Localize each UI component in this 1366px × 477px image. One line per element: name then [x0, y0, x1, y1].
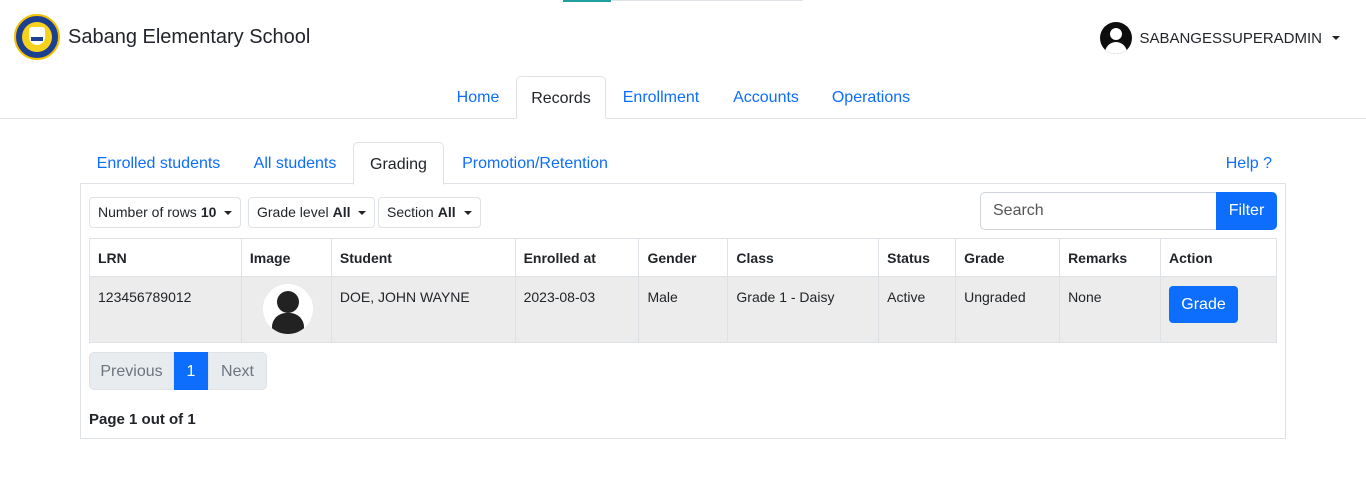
header-status: Status — [878, 238, 957, 277]
previous-page-button[interactable]: Previous — [89, 352, 174, 390]
grade-button[interactable]: Grade — [1169, 286, 1238, 323]
top-progress-accent — [563, 0, 611, 2]
tab-enrolled-students[interactable]: Enrolled students — [80, 142, 237, 184]
grade-level-dropdown-label: Grade level — [257, 204, 329, 220]
chevron-down-icon — [358, 210, 367, 215]
cell-remarks: None — [1059, 276, 1161, 343]
header-lrn: LRN — [89, 238, 242, 277]
chevron-down-icon — [463, 210, 472, 215]
cell-status: Active — [878, 276, 957, 343]
page-info: Page 1 out of 1 — [89, 411, 196, 428]
help-link[interactable]: Help ? — [1226, 142, 1272, 186]
grade-level-dropdown[interactable]: Grade level All — [248, 197, 376, 228]
tab-operations[interactable]: Operations — [816, 76, 926, 118]
school-seal-logo — [14, 14, 60, 60]
header-enrolled-at: Enrolled at — [514, 238, 640, 277]
grade-level-dropdown-value: All — [332, 204, 351, 220]
header-remarks: Remarks — [1059, 238, 1161, 277]
tab-grading[interactable]: Grading — [353, 142, 444, 185]
tab-accounts[interactable]: Accounts — [716, 76, 816, 118]
cell-gender: Male — [638, 276, 729, 343]
header-grade: Grade — [955, 238, 1061, 277]
section-dropdown-label: Section — [387, 204, 434, 220]
top-progress-line — [563, 0, 803, 2]
header-gender: Gender — [638, 238, 729, 277]
table-row: 123456789012 DOE, JOHN WAYNE 2023-08-03 … — [89, 276, 1277, 343]
cell-enrolled-at: 2023-08-03 — [514, 276, 640, 343]
brand[interactable]: Sabang Elementary School — [14, 14, 310, 60]
section-dropdown[interactable]: Section All — [378, 197, 481, 228]
user-menu[interactable]: SABANGESSUPERADMIN — [1100, 22, 1340, 54]
tab-home[interactable]: Home — [440, 76, 516, 118]
tab-promotion-retention[interactable]: Promotion/Retention — [444, 142, 626, 184]
cell-lrn: 123456789012 — [89, 276, 242, 343]
header-image: Image — [240, 238, 332, 277]
sub-nav: Enrolled students All students Grading P… — [80, 142, 1286, 186]
tab-enrollment[interactable]: Enrollment — [606, 76, 716, 118]
next-page-button[interactable]: Next — [208, 352, 267, 390]
student-avatar-icon — [262, 284, 313, 334]
rows-dropdown-label: Number of rows — [98, 204, 197, 220]
rows-dropdown-value: 10 — [200, 204, 217, 220]
header-student: Student — [330, 238, 516, 277]
rows-dropdown[interactable]: Number of rows 10 — [89, 197, 242, 228]
pagination: Previous 1 Next — [89, 352, 267, 390]
cell-class: Grade 1 - Daisy — [727, 276, 880, 343]
grading-panel: Number of rows 10 Grade level All Sectio… — [80, 183, 1286, 439]
tab-all-students[interactable]: All students — [237, 142, 353, 184]
chevron-down-icon — [1332, 36, 1340, 40]
students-table: LRN Image Student Enrolled at Gender Cla… — [89, 238, 1277, 343]
page-1-button[interactable]: 1 — [174, 352, 208, 390]
filter-button[interactable]: Filter — [1216, 192, 1277, 230]
brand-title: Sabang Elementary School — [68, 25, 311, 48]
cell-image — [240, 276, 332, 343]
user-avatar-icon — [1100, 22, 1133, 54]
search-input[interactable] — [980, 192, 1217, 230]
cell-grade: Ungraded — [955, 276, 1061, 343]
cell-action: Grade — [1160, 276, 1277, 343]
header-action: Action — [1160, 238, 1277, 277]
tab-records[interactable]: Records — [516, 76, 606, 119]
main-nav: Home Records Enrollment Accounts Operati… — [0, 76, 1366, 119]
header-class: Class — [727, 238, 880, 277]
chevron-down-icon — [224, 210, 233, 215]
cell-student: DOE, JOHN WAYNE — [330, 276, 516, 343]
section-dropdown-value: All — [437, 204, 456, 220]
user-name: SABANGESSUPERADMIN — [1139, 29, 1322, 47]
table-header-row: LRN Image Student Enrolled at Gender Cla… — [89, 238, 1277, 277]
